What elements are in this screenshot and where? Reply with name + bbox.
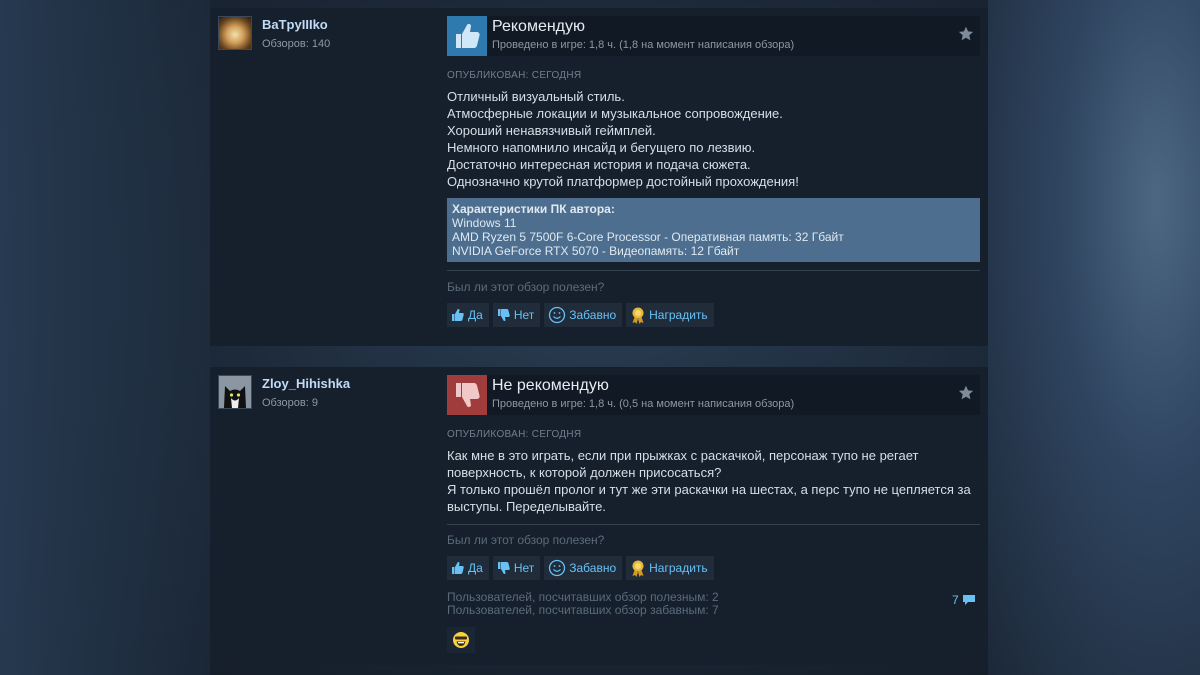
received-award-badge[interactable]	[447, 627, 475, 653]
author-reviews-count[interactable]: Обзоров: 140	[262, 38, 330, 50]
author-name[interactable]: BaTpyIIIko	[262, 17, 328, 32]
vote-no-button[interactable]: Нет	[492, 303, 541, 327]
author-reviews-count[interactable]: Обзоров: 9	[262, 397, 318, 409]
vote-funny-label: Забавно	[569, 308, 617, 322]
award-button[interactable]: Наградить	[626, 303, 714, 327]
pc-specs-line: AMD Ryzen 5 7500F 6-Core Processor - Опе…	[452, 230, 844, 244]
pc-specs-line: Windows 11	[452, 216, 517, 230]
review-card: BaTpyIIIko Обзоров: 140 Рекомендую Прове…	[210, 8, 988, 346]
pc-specs: Характеристики ПК автора: Windows 11 AMD…	[447, 198, 980, 262]
smiley-icon	[549, 559, 566, 577]
avatar[interactable]	[218, 16, 252, 50]
thumbs-up-icon	[452, 308, 464, 321]
background-left	[0, 0, 210, 675]
star-icon[interactable]	[958, 385, 974, 401]
award-icon	[632, 560, 644, 577]
vote-header[interactable]: Не рекомендую Проведено в игре: 1,8 ч. (…	[447, 375, 980, 415]
review-text: Отличный визуальный стиль. Атмосферные л…	[447, 88, 980, 190]
vote-title[interactable]: Не рекомендую	[492, 377, 609, 395]
vote-buttons: Да Нет Забавно Наградить	[447, 303, 718, 327]
posted-date: ОПУБЛИКОВАН: СЕГОДНЯ	[447, 429, 582, 440]
vote-yes-label: Да	[468, 561, 483, 575]
review-text-line: Отличный визуальный стиль.	[447, 89, 625, 104]
funny-count: Пользователей, посчитавших обзор забавны…	[447, 603, 719, 617]
helpful-question: Был ли этот обзор полезен?	[447, 533, 605, 547]
vote-funny-label: Забавно	[569, 561, 617, 575]
review-text-line: Хороший ненавязчивый геймплей.	[447, 123, 656, 138]
smiley-icon	[549, 306, 566, 324]
review-text-line: Атмосферные локации и музыкальное сопров…	[447, 106, 783, 121]
vote-yes-button[interactable]: Да	[447, 556, 489, 580]
review-text-line: Немного напомнило инсайд и бегущего по л…	[447, 140, 756, 155]
review-text: Как мне в это играть, если при прыжках с…	[447, 447, 980, 515]
vote-buttons: Да Нет Забавно Наградить	[447, 556, 718, 580]
award-icon	[632, 307, 644, 324]
vote-title[interactable]: Рекомендую	[492, 18, 585, 36]
vote-funny-button[interactable]: Забавно	[544, 303, 623, 327]
vote-no-label: Нет	[513, 561, 535, 575]
avatar[interactable]	[218, 375, 252, 409]
comments-count: 7	[952, 593, 959, 607]
background-right	[988, 0, 1200, 675]
award-label: Наградить	[649, 561, 708, 575]
thumbs-down-icon	[497, 309, 510, 322]
playtime: Проведено в игре: 1,8 ч. (1,8 на момент …	[492, 39, 795, 51]
review-text-line: Как мне в это играть, если при прыжках с…	[447, 448, 919, 463]
comment-icon	[962, 595, 975, 605]
thumbs-up-icon	[452, 561, 464, 574]
playtime: Проведено в игре: 1,8 ч. (0,5 на момент …	[492, 398, 795, 410]
pc-specs-title: Характеристики ПК автора:	[452, 202, 615, 216]
review-text-line: Я только прошёл пролог и тут же эти раск…	[447, 482, 971, 497]
comments-link[interactable]: 7	[952, 593, 976, 607]
author-name[interactable]: Zloy_Hihishka	[262, 376, 350, 391]
review-stats: Пользователей, посчитавших обзор полезны…	[447, 591, 719, 617]
pc-specs-line: NVIDIA GeForce RTX 5070 - Видеопамять: 1…	[452, 244, 740, 258]
review-text-line: Достаточно интересная история и подача с…	[447, 157, 751, 172]
vote-no-label: Нет	[513, 308, 535, 322]
helpful-question: Был ли этот обзор полезен?	[447, 280, 605, 294]
review-text-line: Однозначно крутой платформер достойный п…	[447, 174, 799, 189]
thumbs-down-icon	[497, 562, 510, 575]
divider	[447, 270, 980, 271]
laughing-emoji-icon	[453, 632, 469, 648]
posted-date: ОПУБЛИКОВАН: СЕГОДНЯ	[447, 70, 582, 81]
star-icon[interactable]	[958, 26, 974, 42]
review-text-line: выступы. Переделывайте.	[447, 499, 606, 514]
vote-no-button[interactable]: Нет	[492, 556, 541, 580]
vote-yes-label: Да	[468, 308, 483, 322]
review-card: Zloy_Hihishka Обзоров: 9 Не рекомендую П…	[210, 367, 988, 665]
thumbs-up-icon	[447, 16, 487, 56]
divider	[447, 524, 980, 525]
award-label: Наградить	[649, 308, 708, 322]
review-text-line: поверхность, к которой должен присосатьс…	[447, 465, 722, 480]
thumbs-down-icon	[447, 375, 487, 415]
vote-yes-button[interactable]: Да	[447, 303, 489, 327]
award-button[interactable]: Наградить	[626, 556, 714, 580]
vote-header[interactable]: Рекомендую Проведено в игре: 1,8 ч. (1,8…	[447, 16, 980, 56]
vote-funny-button[interactable]: Забавно	[544, 556, 623, 580]
